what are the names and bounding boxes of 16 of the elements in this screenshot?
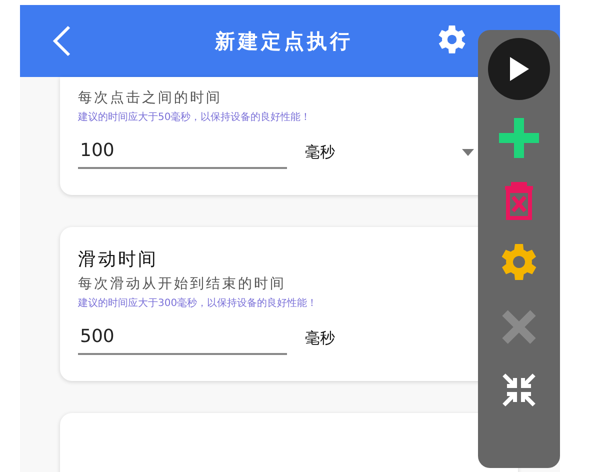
plus-icon bbox=[499, 118, 539, 158]
close-icon bbox=[501, 309, 537, 345]
unit-label: 毫秒 bbox=[305, 143, 335, 162]
input-field[interactable]: 100 bbox=[78, 136, 287, 169]
unit-label: 毫秒 bbox=[305, 329, 335, 348]
card-description: 每次滑动从开始到结束的时间 bbox=[78, 275, 287, 293]
hint-text: 建议的时间应大于300毫秒，以保持设备的良好性能！ bbox=[78, 296, 318, 310]
collapse-arrows-icon bbox=[501, 372, 537, 408]
trash-icon bbox=[502, 182, 536, 220]
card-title: 滑动时间 bbox=[78, 248, 159, 271]
dropdown-arrow-icon[interactable] bbox=[462, 149, 474, 156]
card-description: 每次点击之间的时间 bbox=[78, 89, 223, 107]
screen-title: 新建定点执行 bbox=[214, 28, 354, 54]
hint-text: 建议的时间应大于50毫秒，以保持设备的良好性能！ bbox=[78, 110, 312, 124]
play-icon bbox=[507, 56, 531, 82]
input-field[interactable]: 500 bbox=[78, 322, 287, 355]
